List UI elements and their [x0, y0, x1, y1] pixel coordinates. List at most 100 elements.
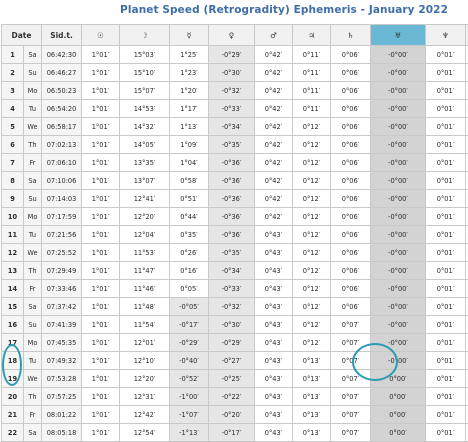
highlight-circle-dates — [2, 344, 22, 386]
moon-speed-cell: 12°42′ — [120, 406, 170, 424]
venus-speed-cell: -0°35′ — [209, 244, 255, 262]
moon-speed-cell: 15°03′ — [120, 46, 170, 64]
mercury-speed-cell: 1°17′ — [170, 100, 209, 118]
neptune-speed-cell: 0°01′ — [426, 46, 466, 64]
table-header: Date Sid.t. ☉ ☽ ☿ ♀ ♂ ♃ ♄ ♅ ♆ ♇ — [2, 25, 468, 46]
table-row: 18Tu07:49:321°01′12°10′-0°40′-0°27′0°43′… — [2, 352, 468, 370]
page-title: Planet Speed (Retrogradity) Ephemeris - … — [120, 4, 448, 16]
moon-speed-cell: 11°48′ — [120, 298, 170, 316]
jupiter-speed-cell: 0°11′ — [293, 82, 331, 100]
mercury-speed-cell: 1°13′ — [170, 118, 209, 136]
sidereal-time-cell: 07:29:49 — [42, 262, 82, 280]
jupiter-speed-cell: 0°12′ — [293, 262, 331, 280]
neptune-speed-cell: 0°01′ — [426, 298, 466, 316]
neptune-speed-cell: 0°01′ — [426, 100, 466, 118]
table-row: 20Th07:57:251°01′12°31′-1°00′-0°22′0°43′… — [2, 388, 468, 406]
day-cell: 8 — [2, 172, 24, 190]
mars-speed-cell: 0°43′ — [255, 370, 293, 388]
day-cell: 12 — [2, 244, 24, 262]
day-cell: 10 — [2, 208, 24, 226]
sidereal-time-cell: 07:37:42 — [42, 298, 82, 316]
saturn-speed-cell: 0°07′ — [331, 388, 371, 406]
mars-speed-cell: 0°43′ — [255, 388, 293, 406]
mars-speed-cell: 0°42′ — [255, 208, 293, 226]
weekday-cell: Mo — [24, 82, 42, 100]
jupiter-speed-cell: 0°12′ — [293, 334, 331, 352]
sun-speed-cell: 1°01′ — [82, 208, 120, 226]
weekday-cell: Tu — [24, 226, 42, 244]
highlight-circle-uranus — [352, 343, 398, 381]
day-cell: 16 — [2, 316, 24, 334]
neptune-speed-cell: 0°01′ — [426, 82, 466, 100]
venus-icon: ♀ — [209, 25, 255, 46]
uranus-speed-cell: -0°00′ — [371, 118, 426, 136]
venus-speed-cell: -0°33′ — [209, 280, 255, 298]
saturn-icon: ♄ — [331, 25, 371, 46]
neptune-speed-cell: 0°01′ — [426, 172, 466, 190]
jupiter-speed-cell: 0°12′ — [293, 154, 331, 172]
mars-speed-cell: 0°42′ — [255, 100, 293, 118]
moon-speed-cell: 12°04′ — [120, 226, 170, 244]
saturn-speed-cell: 0°06′ — [331, 244, 371, 262]
jupiter-speed-cell: 0°13′ — [293, 406, 331, 424]
sun-speed-cell: 1°01′ — [82, 64, 120, 82]
uranus-speed-cell: -0°00′ — [371, 154, 426, 172]
table-row: 16Su07:41:391°01′11°54′-0°17′-0°30′0°43′… — [2, 316, 468, 334]
table-body: 1Sa06:42:301°01′15°03′1°25′-0°29′0°42′0°… — [2, 46, 468, 442]
sidereal-time-cell: 06:46:27 — [42, 64, 82, 82]
jupiter-speed-cell: 0°11′ — [293, 64, 331, 82]
weekday-cell: We — [24, 118, 42, 136]
venus-speed-cell: -0°36′ — [209, 190, 255, 208]
uranus-speed-cell: -0°00′ — [371, 190, 426, 208]
day-cell: 1 — [2, 46, 24, 64]
neptune-speed-cell: 0°01′ — [426, 406, 466, 424]
venus-speed-cell: -0°35′ — [209, 136, 255, 154]
jupiter-speed-cell: 0°13′ — [293, 388, 331, 406]
moon-speed-cell: 12°20′ — [120, 208, 170, 226]
moon-speed-cell: 12°10′ — [120, 352, 170, 370]
neptune-speed-cell: 0°01′ — [426, 118, 466, 136]
weekday-cell: Tu — [24, 352, 42, 370]
sun-speed-cell: 1°01′ — [82, 226, 120, 244]
saturn-speed-cell: 0°06′ — [331, 100, 371, 118]
neptune-speed-cell: 0°01′ — [426, 370, 466, 388]
venus-speed-cell: -0°20′ — [209, 406, 255, 424]
sun-speed-cell: 1°01′ — [82, 262, 120, 280]
sun-speed-cell: 1°01′ — [82, 316, 120, 334]
mars-speed-cell: 0°43′ — [255, 226, 293, 244]
venus-speed-cell: -0°36′ — [209, 226, 255, 244]
day-cell: 2 — [2, 64, 24, 82]
mercury-speed-cell: 0°26′ — [170, 244, 209, 262]
moon-speed-cell: 12°01′ — [120, 334, 170, 352]
neptune-speed-cell: 0°01′ — [426, 352, 466, 370]
saturn-speed-cell: 0°06′ — [331, 298, 371, 316]
uranus-speed-cell: -0°00′ — [371, 280, 426, 298]
mars-speed-cell: 0°43′ — [255, 298, 293, 316]
sidereal-time-cell: 08:01:22 — [42, 406, 82, 424]
weekday-cell: Tu — [24, 100, 42, 118]
mars-speed-cell: 0°43′ — [255, 244, 293, 262]
mars-speed-cell: 0°43′ — [255, 352, 293, 370]
moon-speed-cell: 11°54′ — [120, 316, 170, 334]
jupiter-speed-cell: 0°11′ — [293, 46, 331, 64]
weekday-cell: Sa — [24, 298, 42, 316]
weekday-cell: We — [24, 244, 42, 262]
table-row: 4Tu06:54:201°01′14°53′1°17′-0°33′0°42′0°… — [2, 100, 468, 118]
moon-speed-cell: 14°32′ — [120, 118, 170, 136]
sun-speed-cell: 1°01′ — [82, 82, 120, 100]
sidereal-time-cell: 07:53:28 — [42, 370, 82, 388]
sidereal-time-cell: 07:33:46 — [42, 280, 82, 298]
sidereal-time-cell: 07:14:03 — [42, 190, 82, 208]
sidereal-time-cell: 07:06:10 — [42, 154, 82, 172]
table-row: 13Th07:29:491°01′11°47′0°16′-0°34′0°43′0… — [2, 262, 468, 280]
mercury-speed-cell: 1°23′ — [170, 64, 209, 82]
mercury-speed-cell: 0°44′ — [170, 208, 209, 226]
venus-speed-cell: -0°25′ — [209, 370, 255, 388]
uranus-speed-cell: -0°00′ — [371, 64, 426, 82]
header-sidereal-time: Sid.t. — [42, 25, 82, 46]
day-cell: 13 — [2, 262, 24, 280]
sidereal-time-cell: 06:42:30 — [42, 46, 82, 64]
jupiter-speed-cell: 0°12′ — [293, 190, 331, 208]
weekday-cell: Sa — [24, 172, 42, 190]
sun-speed-cell: 1°01′ — [82, 190, 120, 208]
